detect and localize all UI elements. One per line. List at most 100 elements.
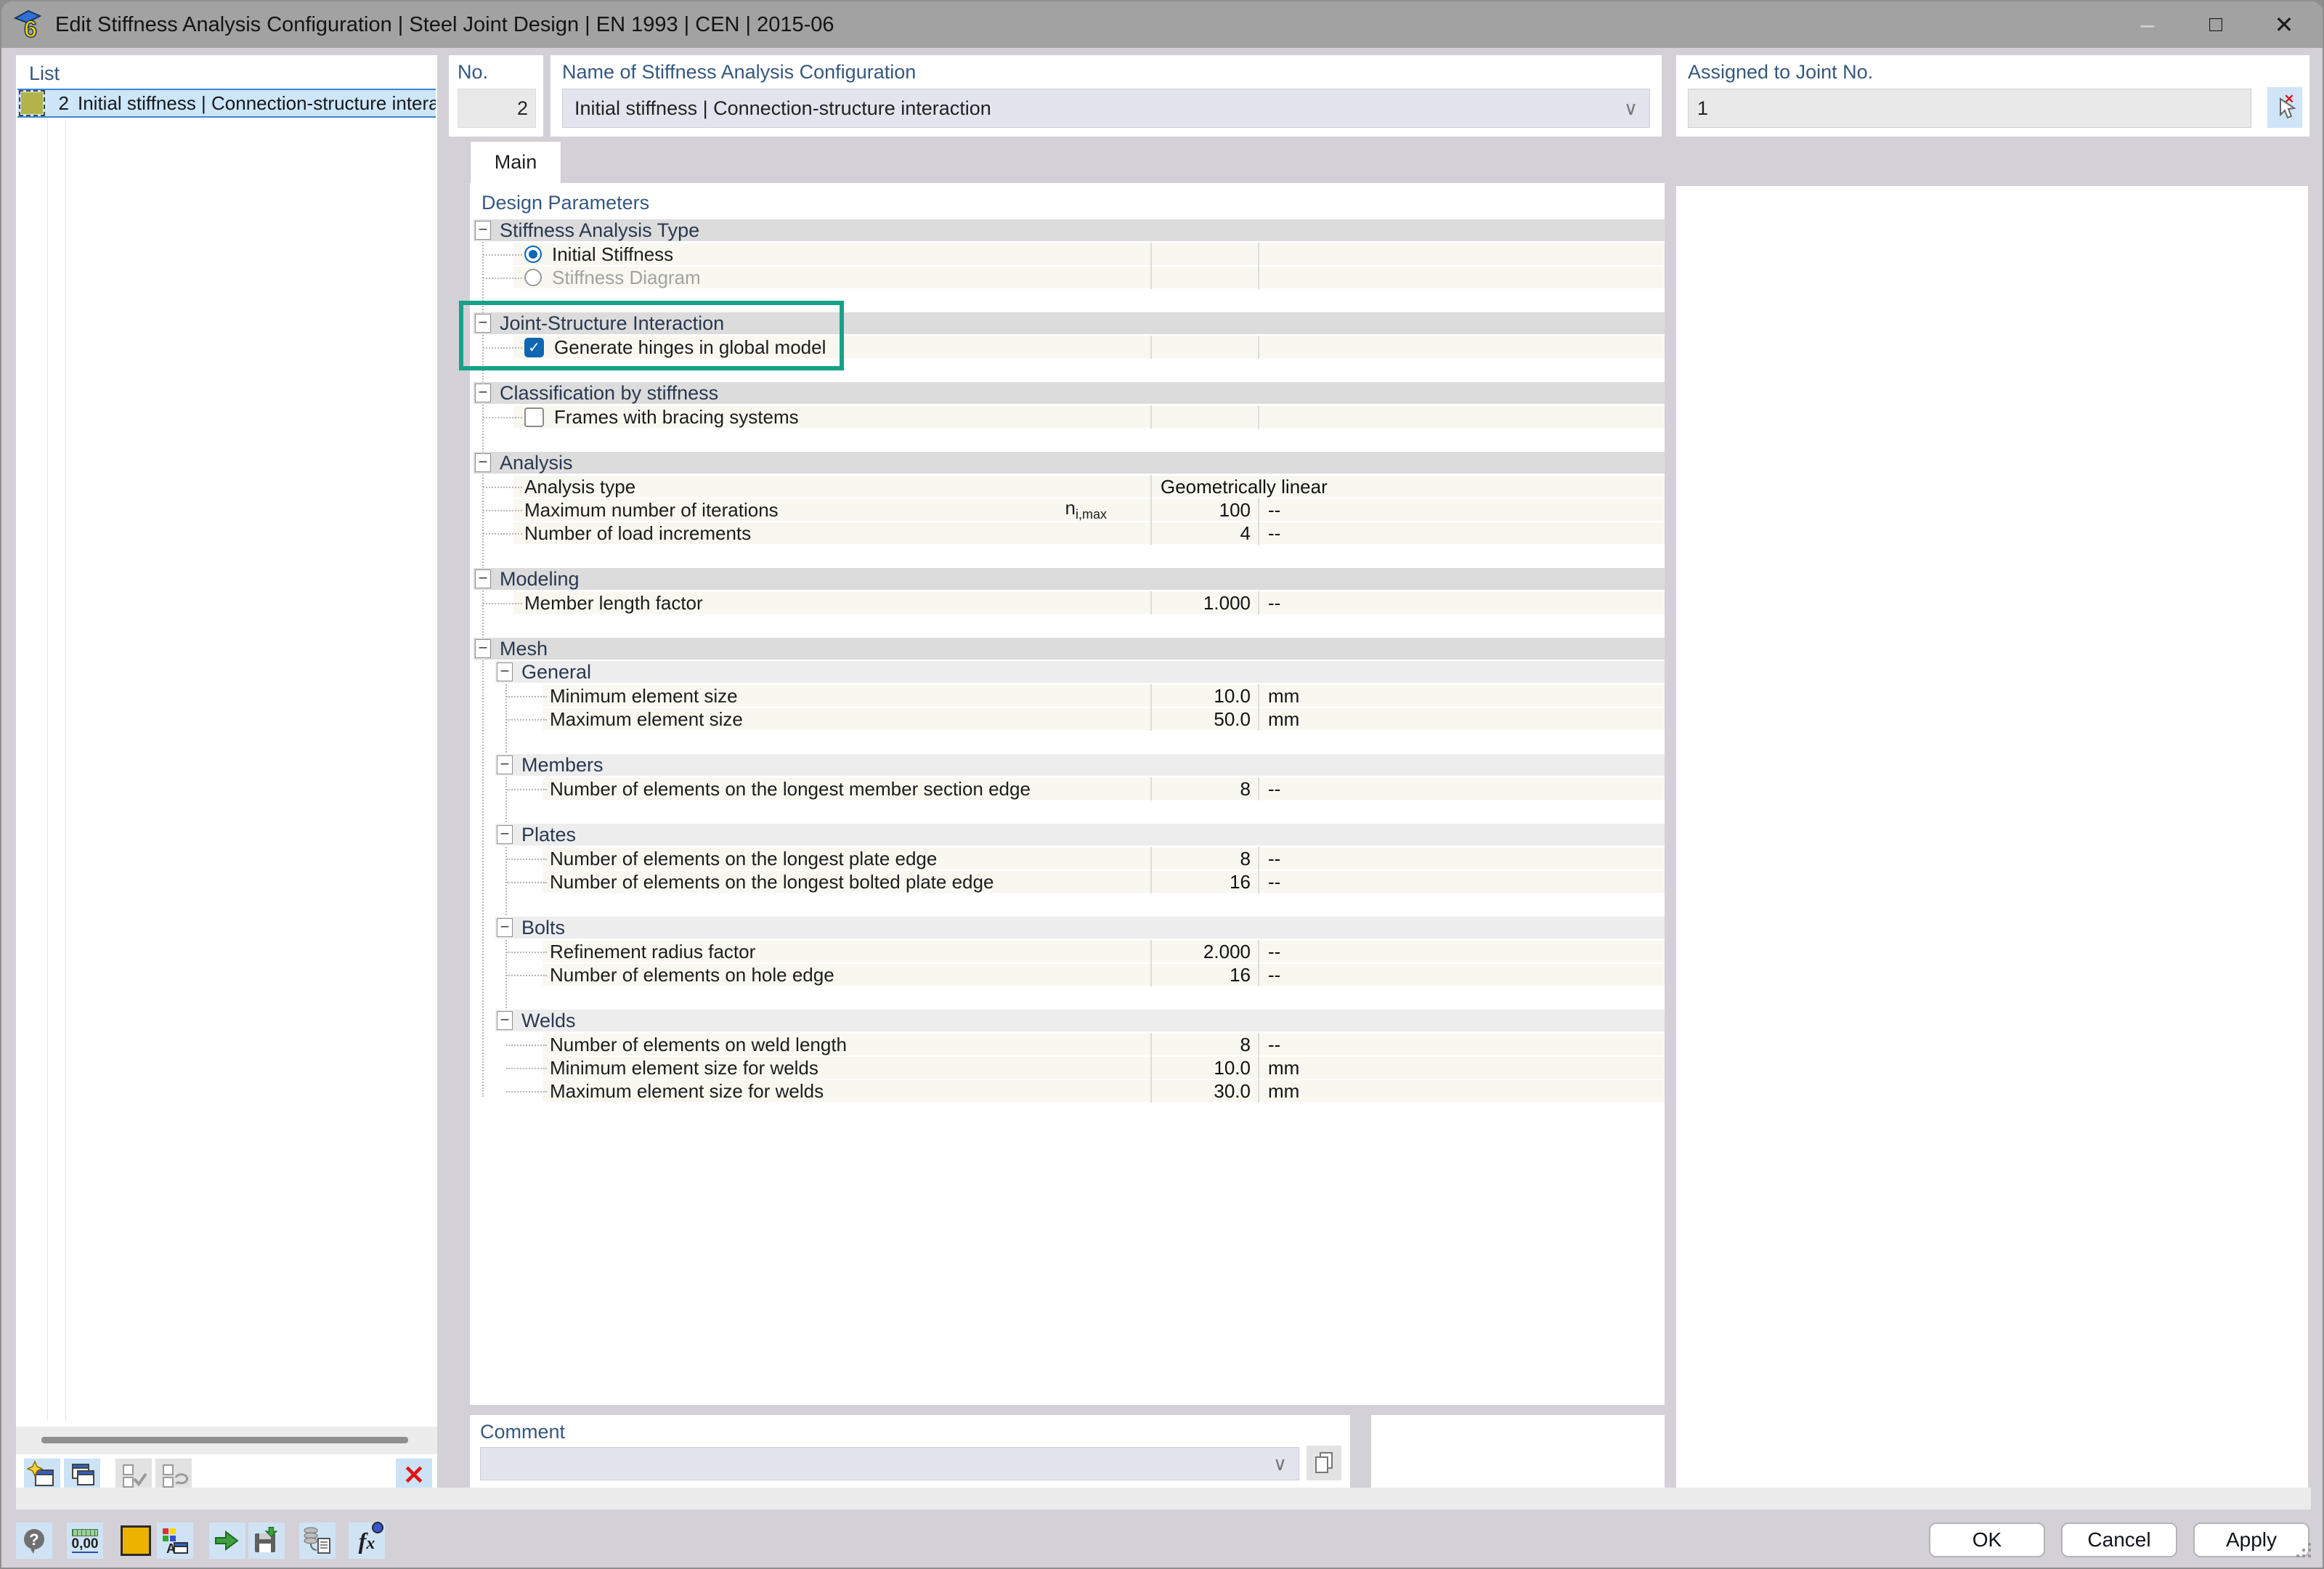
group-label: Bolts (521, 917, 565, 939)
tab-main[interactable]: Main (470, 141, 561, 183)
name-combobox-value: Initial stiffness | Connection-structure… (574, 97, 991, 120)
pick-joint-button[interactable]: ✕ (2267, 87, 2302, 128)
collapse-icon[interactable]: − (475, 221, 491, 240)
param-value[interactable]: 8 (1150, 847, 1259, 870)
param-value[interactable]: 16 (1150, 870, 1259, 893)
param-group-analysis[interactable]: −Analysis (474, 452, 1665, 474)
comment-combobox[interactable]: ∨ (480, 1447, 1299, 1480)
param-row-number-of-elements-on-weld-length: Number of elements on weld length8-- (474, 1033, 1665, 1056)
param-group-welds[interactable]: −Welds (495, 1010, 1665, 1031)
param-group-mesh[interactable]: −Mesh (474, 638, 1665, 660)
param-value[interactable]: Geometrically linear (1150, 475, 1665, 498)
param-label-cell: Minimum element size (474, 684, 1150, 708)
param-value[interactable]: 4 (1150, 522, 1259, 545)
save-defaults-button[interactable] (248, 1523, 285, 1559)
import-library-button[interactable] (299, 1523, 336, 1559)
cancel-button[interactable]: Cancel (2061, 1523, 2177, 1557)
maximize-button[interactable]: □ (2182, 1, 2250, 48)
table-spacer (474, 615, 1665, 638)
param-group-classification-by-stiffness[interactable]: −Classification by stiffness (474, 382, 1665, 404)
param-value[interactable]: 50.0 (1150, 708, 1259, 731)
display-properties-button[interactable]: A (157, 1523, 193, 1559)
checkbox-frames-with-bracing-systems[interactable] (524, 408, 544, 427)
import-library-icon (302, 1525, 333, 1556)
param-label-cell: Refinement radius factor (474, 940, 1150, 963)
collapse-icon[interactable]: − (497, 1011, 513, 1030)
param-label: Maximum element size for welds (550, 1080, 824, 1103)
svg-text:6: 6 (24, 16, 37, 41)
param-group-joint-structure-interaction[interactable]: −Joint-Structure Interaction (474, 312, 1665, 334)
resize-grip[interactable] (2296, 1543, 2311, 1557)
apply-button[interactable]: Apply (2193, 1523, 2309, 1557)
param-unit: mm (1259, 1079, 1665, 1103)
collapse-icon[interactable]: − (497, 918, 513, 937)
param-group-bolts[interactable]: −Bolts (495, 917, 1665, 938)
param-unit (1259, 405, 1665, 429)
param-group-members[interactable]: −Members (495, 754, 1665, 776)
collapse-icon[interactable]: − (475, 384, 491, 402)
titlebar[interactable]: 6 Edit Stiffness Analysis Configuration … (1, 1, 2323, 48)
param-value[interactable] (1150, 243, 1259, 266)
param-group-modeling[interactable]: −Modeling (474, 568, 1665, 590)
param-label-cell: Maximum element size (474, 708, 1150, 731)
param-value[interactable]: 10.0 (1150, 684, 1259, 708)
color-swatch-icon (121, 1525, 151, 1556)
export-settings-button[interactable] (209, 1523, 245, 1559)
collapse-icon[interactable]: − (475, 453, 491, 472)
param-value[interactable] (1150, 405, 1259, 429)
name-panel: Name of Stiffness Analysis Configuration… (550, 55, 1662, 137)
param-label: Maximum element size (550, 708, 743, 731)
param-value[interactable]: 8 (1150, 777, 1259, 800)
color-swatch-button[interactable] (118, 1523, 154, 1559)
list-hscroll-thumb[interactable] (41, 1437, 408, 1443)
param-unit: -- (1259, 498, 1665, 522)
param-value[interactable]: 16 (1150, 963, 1259, 986)
checkbox-generate-hinges-in-global-model[interactable]: ✓ (524, 338, 544, 357)
radio-initial-stiffness[interactable] (524, 246, 542, 263)
formula-icon: fx (359, 1528, 375, 1554)
collapse-icon[interactable]: − (497, 755, 513, 774)
param-value[interactable]: 1.000 (1150, 591, 1259, 615)
param-row-minimum-element-size: Minimum element size10.0mm (474, 684, 1665, 708)
radio-stiffness-diagram[interactable] (524, 269, 542, 286)
param-row-maximum-number-of-iterations: Maximum number of iterationsni,max100-- (474, 498, 1665, 522)
window-title: Edit Stiffness Analysis Configuration | … (55, 13, 834, 37)
param-value[interactable]: 8 (1150, 1033, 1259, 1056)
param-label-cell: Number of elements on the longest member… (474, 777, 1150, 800)
collapse-icon[interactable]: − (497, 825, 513, 844)
param-value[interactable]: 10.0 (1150, 1056, 1259, 1079)
collapse-icon[interactable]: − (475, 639, 491, 658)
assigned-value-field: 1 (1688, 89, 2251, 128)
param-group-general[interactable]: −General (495, 661, 1665, 683)
param-value[interactable] (1150, 336, 1259, 359)
no-value-field: 2 (458, 89, 536, 128)
bottom-strip (16, 1488, 2311, 1509)
param-group-plates[interactable]: −Plates (495, 824, 1665, 846)
param-row-minimum-element-size-for-welds: Minimum element size for welds10.0mm (474, 1056, 1665, 1079)
param-group-stiffness-analysis-type[interactable]: −Stiffness Analysis Type (474, 219, 1665, 241)
collapse-icon[interactable]: − (475, 314, 491, 333)
minimize-button[interactable]: – (2113, 1, 2182, 48)
param-value[interactable]: 30.0 (1150, 1079, 1259, 1103)
formula-button[interactable]: fx (349, 1523, 385, 1559)
number-panel: No. 2 (449, 55, 543, 137)
close-button[interactable]: ✕ (2250, 1, 2318, 48)
units-settings-button[interactable]: 0,00 (67, 1523, 103, 1559)
help-button[interactable]: ? (16, 1523, 52, 1559)
list-hscroll-track[interactable] (16, 1427, 437, 1454)
name-combobox[interactable]: Initial stiffness | Connection-structure… (562, 89, 1650, 128)
no-label: No. (458, 61, 488, 84)
param-value[interactable]: 2.000 (1150, 940, 1259, 963)
collapse-icon[interactable]: − (497, 662, 513, 681)
param-row-maximum-element-size: Maximum element size50.0mm (474, 708, 1665, 731)
param-value[interactable]: 100 (1150, 498, 1259, 522)
param-value[interactable] (1150, 266, 1259, 289)
param-label: Member length factor (524, 592, 703, 615)
ok-button[interactable]: OK (1929, 1523, 2045, 1557)
collapse-icon[interactable]: − (475, 569, 491, 588)
param-unit: mm (1259, 1056, 1665, 1079)
app-icon: 6 (13, 8, 46, 41)
group-label: Members (521, 754, 604, 777)
comment-copy-button[interactable] (1307, 1446, 1341, 1480)
list-item-selected[interactable]: 2 Initial stiffness | Connection-structu… (17, 89, 436, 118)
